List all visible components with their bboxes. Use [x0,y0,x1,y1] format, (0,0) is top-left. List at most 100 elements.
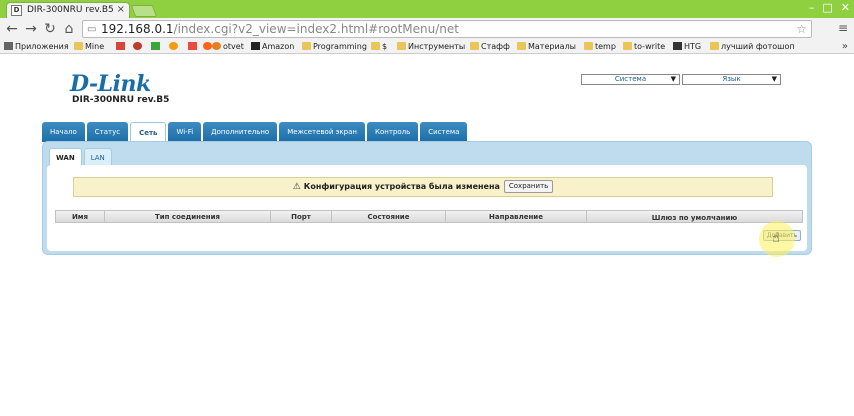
folder-icon [584,42,593,50]
circle-icon [169,42,178,50]
save-button[interactable]: Сохранить [503,180,554,193]
bookmark-star-icon[interactable]: ☆ [796,21,807,37]
green-icon [151,42,160,50]
tab-control[interactable]: Контроль [366,122,419,142]
minimize-icon[interactable]: – [809,1,815,15]
bookmark-label: otvet [223,42,244,51]
bookmark-bug[interactable] [133,42,144,52]
column-header[interactable]: Состояние [332,211,446,222]
column-header[interactable]: Направление [446,211,587,222]
address-bar[interactable]: ▭ 192.168.0.1/index.cgi?v2_view=index2.h… [82,20,812,38]
forward-icon[interactable]: → [23,20,39,38]
bookmark-label: Programming [313,42,367,51]
bookmark-amazon[interactable]: Amazon [251,42,294,52]
bookmark-label: $ [382,42,388,51]
bookmark-green[interactable] [151,42,162,52]
close-tab-icon[interactable]: × [117,4,125,15]
url-host: 192.168.0.1 [101,22,174,36]
main-nav: Начало Статус Сеть Wi-Fi Дополнительно М… [42,122,469,142]
config-changed-notice: ⚠ Конфигурация устройства была изменена Со… [73,177,773,197]
column-header[interactable]: Имя [56,211,105,222]
browser-titlebar: D DIR-300NRU rev.B5 × – □ ✕ [0,0,854,18]
subtab-wan[interactable]: WAN [49,148,82,166]
bookmark-materials[interactable]: Материалы [517,42,576,52]
bookmark-label: Amazon [262,42,295,51]
bookmark-label: to-write [634,42,666,51]
bookmark-label: Приложения [15,42,69,51]
system-select[interactable]: Система ▼ [581,74,680,85]
bug-icon [133,42,142,50]
folder-icon [371,42,380,50]
htg-icon [673,42,682,50]
language-select-label: Язык [722,75,741,83]
bookmarks-more-icon[interactable]: » [842,41,848,52]
folder-icon [74,42,83,50]
back-icon[interactable]: ← [4,20,20,38]
reload-icon[interactable]: ↻ [42,20,58,38]
dlink-logo: D-Link [70,71,151,97]
close-window-icon[interactable]: ✕ [841,1,850,15]
folder-icon [302,42,311,50]
folder-icon [517,42,526,50]
column-header[interactable]: Шлюз по умолчанию [587,211,802,222]
bookmark-otvet[interactable]: otvet [212,42,244,52]
bookmark-label: HTG [684,42,702,51]
browser-navbar: ← → ↻ ⌂ ▭ 192.168.0.1/index.cgi?v2_view=… [0,18,854,40]
gmail-icon [116,42,125,50]
tab-start[interactable]: Начало [42,122,85,142]
feed-icon [188,42,197,50]
folder-icon [710,42,719,50]
bookmark-feed[interactable] [188,42,199,52]
connections-table-header: Имя Тип соединения Порт Состояние Направ… [55,210,803,223]
chevron-down-icon: ▼ [670,75,676,83]
apps-icon [4,42,13,50]
reddit-icon [203,42,212,50]
column-header[interactable]: Тип соединения [105,211,271,222]
bookmark-label: temp [595,42,616,51]
page-info-icon: ▭ [87,24,97,35]
folder-icon [623,42,632,50]
bookmark-apps[interactable]: Приложения [4,42,69,52]
folder-icon [397,42,406,50]
content-panel: WAN LAN ⚠ Конфигурация устройства была из… [42,141,812,255]
column-header[interactable]: Порт [271,211,332,222]
bookmark-staff[interactable]: Стафф [470,42,510,52]
bookmarks-bar: Приложения Mine otvet Amazon Programming… [0,40,854,54]
bookmark-label: лучший фотошоп [721,42,795,51]
bookmark-dollar[interactable]: $ [371,42,387,52]
warning-icon: ⚠ [292,182,301,192]
tab-wifi[interactable]: Wi-Fi [168,122,202,142]
bookmark-circle[interactable] [169,42,180,52]
bookmark-to-write[interactable]: to-write [623,42,665,52]
url-path: /index.cgi?v2_view=index2.html#rootMenu/… [173,22,459,36]
bookmark-photoshop[interactable]: лучший фотошоп [710,42,795,52]
tab-network[interactable]: Сеть [130,122,167,142]
bookmark-gmail[interactable] [116,42,127,52]
system-select-label: Система [614,75,647,83]
maximize-icon[interactable]: □ [822,1,832,15]
bookmark-htg[interactable]: HTG [673,42,701,52]
folder-icon [470,42,479,50]
new-tab-button[interactable] [130,5,158,17]
dlink-favicon-icon: D [11,5,22,16]
home-icon[interactable]: ⌂ [61,20,77,38]
bookmark-label: Стафф [481,42,510,51]
language-select[interactable]: Язык ▼ [682,74,781,85]
bookmark-temp[interactable]: temp [584,42,616,52]
tab-status[interactable]: Статус [86,122,129,142]
bookmark-label: Инструменты [408,42,466,51]
tab-system[interactable]: Система [420,122,468,142]
browser-menu-icon[interactable]: ≡ [838,22,850,34]
hand-cursor-icon: ☝ [772,231,780,246]
amazon-icon [251,42,260,50]
browser-tab[interactable]: D DIR-300NRU rev.B5 × [6,2,130,18]
tab-firewall[interactable]: Межсетевой экран [279,122,365,142]
tab-advanced[interactable]: Дополнительно [203,122,278,142]
subtab-lan[interactable]: LAN [83,148,112,166]
notice-text: Конфигурация устройства была изменена [303,182,500,191]
bookmark-tools[interactable]: Инструменты [397,42,465,52]
model-name: DIR-300NRU rev.B5 [72,95,170,105]
bookmark-programming[interactable]: Programming [302,42,367,52]
otvet-icon [212,42,221,50]
bookmark-mine[interactable]: Mine [74,42,104,52]
